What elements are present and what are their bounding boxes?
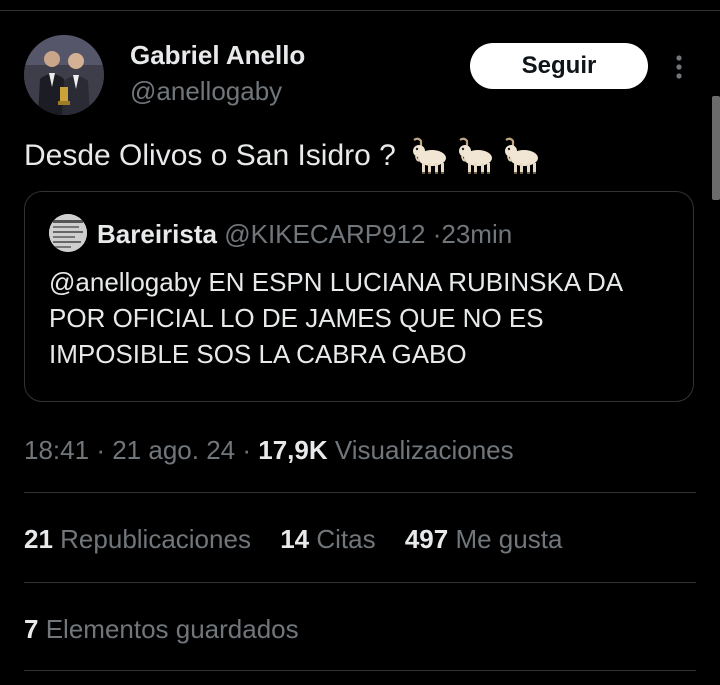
quotes-label: Citas <box>316 524 376 554</box>
top-divider <box>0 10 720 11</box>
tweet-meta: 18:41 · 21 ago. 24 · 17,9K Visualizacion… <box>24 435 514 466</box>
quoted-tweet-time[interactable]: 23min <box>441 219 512 249</box>
follow-button[interactable]: Seguir <box>470 43 648 89</box>
divider <box>24 670 696 671</box>
divider <box>24 582 696 583</box>
scrollbar[interactable] <box>712 96 720 200</box>
reposts-count: 21 <box>24 524 53 554</box>
reposts-stat[interactable]: 21 Republicaciones <box>24 524 258 554</box>
goat-icon <box>458 137 492 174</box>
tweet-time[interactable]: 18:41 <box>24 435 89 465</box>
views-label: Visualizaciones <box>334 435 514 465</box>
quoted-tweet-text: @anellogaby EN ESPN LUCIANA RUBINSKA DA … <box>49 267 622 369</box>
quoted-author-name[interactable]: Bareirista <box>97 219 217 249</box>
likes-count: 497 <box>404 524 449 554</box>
tweet-text: Desde Olivos o San Isidro ? <box>24 139 396 172</box>
quoted-author-avatar[interactable] <box>49 214 87 252</box>
tweet-date[interactable]: 21 ago. 24 <box>112 435 235 465</box>
engagement-stats: 21 Republicaciones 14 Citas 497 Me gusta <box>24 524 584 555</box>
quoted-tweet-header: Bareirista @KIKECARP912 ·23min <box>97 219 512 250</box>
goat-emoji-group <box>406 136 542 176</box>
quoted-author-handle[interactable]: @KIKECARP912 <box>224 219 425 249</box>
likes-stat[interactable]: 497 Me gusta <box>405 524 563 554</box>
tweet-text-row: Desde Olivos o San Isidro ? <box>24 136 542 176</box>
author-handle[interactable]: @anellogaby <box>130 76 282 107</box>
separator-dot: · <box>242 435 252 465</box>
views-count: 17,9K <box>258 435 328 465</box>
more-vertical-icon[interactable] <box>668 53 690 81</box>
author-avatar[interactable] <box>24 35 104 115</box>
goat-icon <box>412 137 446 174</box>
quoted-tweet-card[interactable]: Bareirista @KIKECARP912 ·23min @anelloga… <box>24 191 694 402</box>
separator-dot: · <box>96 435 105 465</box>
bookmarks-count: 7 <box>24 614 39 644</box>
author-name[interactable]: Gabriel Anello <box>130 40 305 71</box>
goat-icon <box>504 137 538 174</box>
quotes-count: 14 <box>280 524 310 554</box>
quotes-stat[interactable]: 14 Citas <box>280 524 383 554</box>
bookmarks-label: Elementos guardados <box>45 614 299 644</box>
tweet-header: Gabriel Anello @anellogaby Seguir <box>24 35 696 115</box>
bookmarks-stat[interactable]: 7 Elementos guardados <box>24 614 299 645</box>
reposts-label: Republicaciones <box>60 524 251 554</box>
likes-label: Me gusta <box>455 524 563 554</box>
divider <box>24 492 696 493</box>
